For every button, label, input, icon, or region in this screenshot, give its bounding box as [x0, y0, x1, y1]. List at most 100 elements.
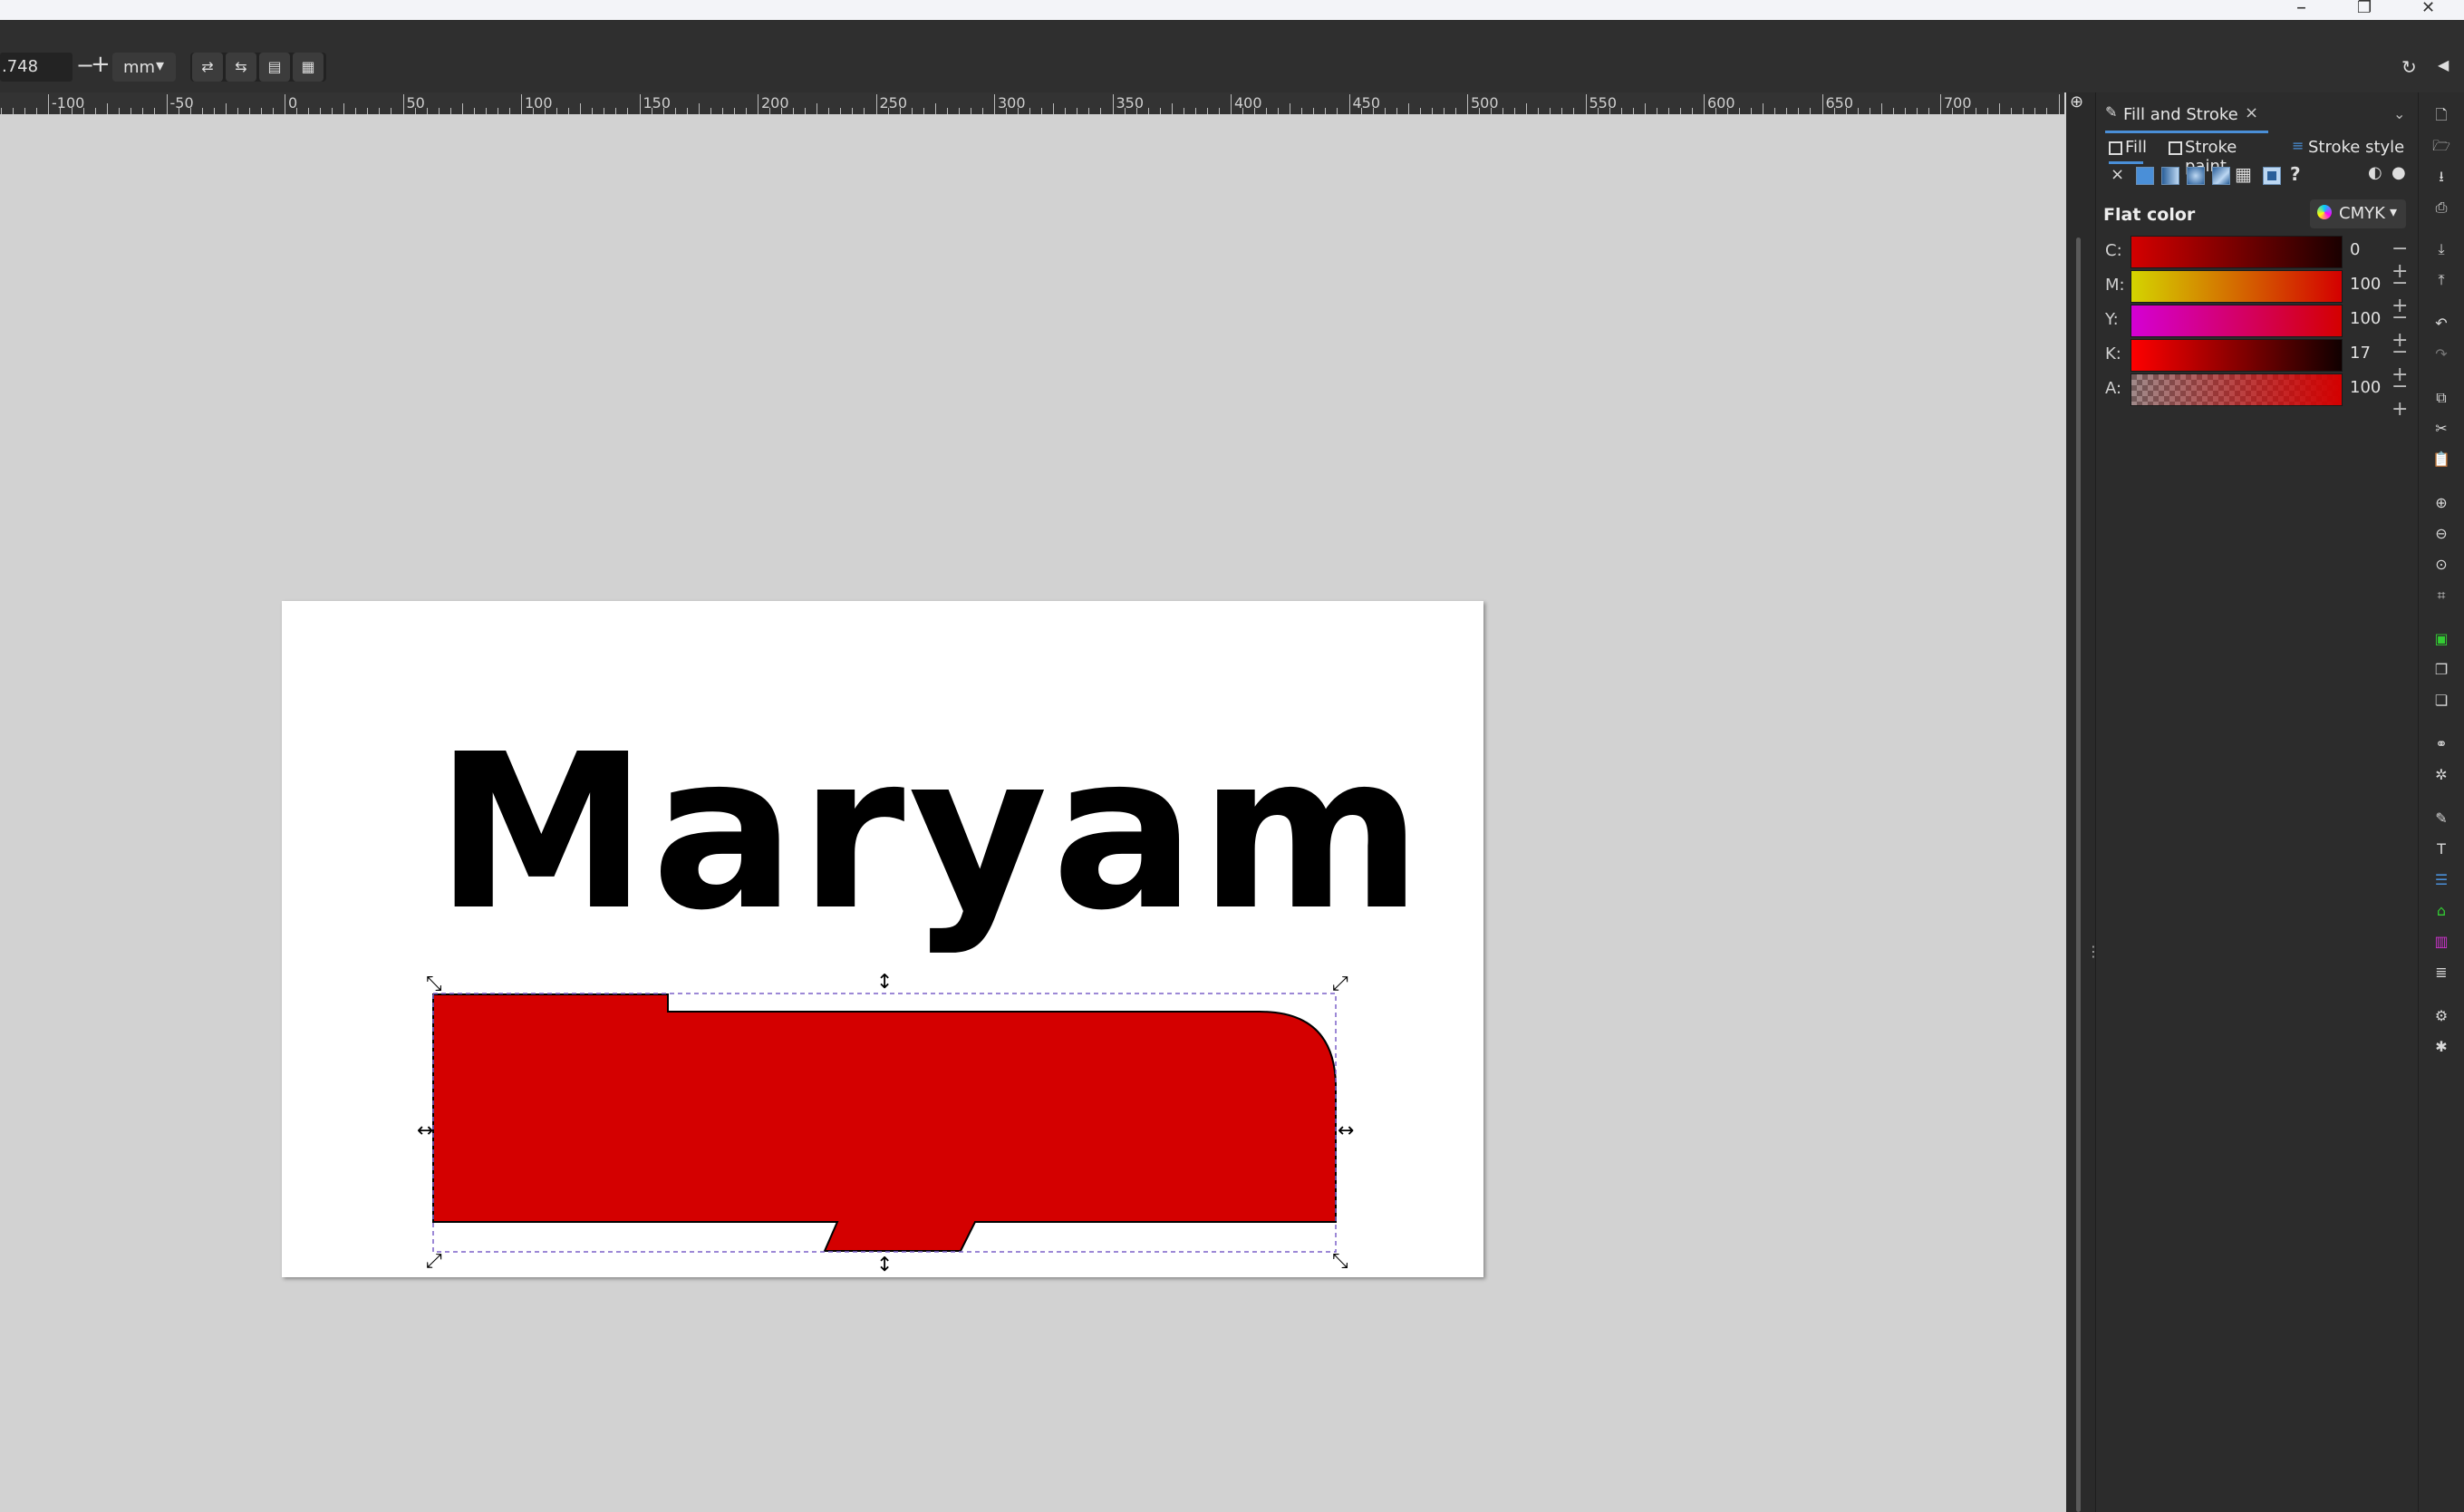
zoom-page-icon[interactable]: ⊙	[2431, 555, 2451, 575]
mesh-gradient-icon[interactable]	[2212, 167, 2230, 185]
scale-stroke-icon[interactable]: ⇄	[192, 53, 223, 82]
ruler-tick	[248, 108, 250, 114]
ruler-tick	[1171, 103, 1173, 114]
ruler-tick	[1218, 108, 1220, 114]
alpha-value[interactable]: 100	[2350, 378, 2381, 397]
ruler-tick	[521, 94, 522, 114]
copy-icon[interactable]: ⧉	[2431, 388, 2451, 408]
redo-icon[interactable]: ↷	[2431, 344, 2451, 364]
pattern-icon[interactable]: ▦	[2235, 163, 2252, 185]
clone-icon[interactable]: ❐	[2431, 660, 2451, 680]
symbols-icon[interactable]: ≣	[2431, 963, 2451, 983]
cyan-value[interactable]: 0	[2350, 240, 2360, 259]
ruler-tick	[189, 108, 191, 114]
radial-gradient-icon[interactable]	[2187, 167, 2205, 185]
import-icon[interactable]: ⤓	[2431, 239, 2451, 259]
tab-close-icon[interactable]: ×	[2245, 103, 2258, 122]
scrollbar-thumb[interactable]	[2076, 237, 2081, 1512]
ruler-label: 150	[643, 94, 672, 111]
yellow-value[interactable]: 100	[2350, 309, 2381, 328]
black-value[interactable]: 17	[2350, 344, 2371, 363]
canvas[interactable]: Maryam ⤡ ⤢ ⤢ ⤡ ↕ ↕ ↔ ↔	[0, 114, 2066, 1512]
vertical-scrollbar[interactable]: ⊕	[2066, 92, 2095, 1512]
swatch-icon[interactable]	[2263, 167, 2281, 185]
magenta-value[interactable]: 100	[2350, 275, 2381, 294]
ruler-tick	[379, 108, 381, 114]
snap-toggle-icon[interactable]: ↻	[2401, 56, 2417, 78]
minimize-icon[interactable]: –	[2296, 0, 2306, 19]
fill-rule-nonzero-icon[interactable]: ●	[2392, 163, 2406, 182]
chevron-down-icon[interactable]: ⌄	[2393, 105, 2405, 122]
yellow-slider-track[interactable]	[2131, 305, 2343, 337]
magenta-slider-track[interactable]	[2131, 270, 2343, 303]
black-slider-track[interactable]	[2131, 339, 2343, 372]
ruler-tick	[12, 108, 14, 114]
save-icon[interactable]: ⭳	[2431, 167, 2451, 187]
subtab-stroke-paint[interactable]: Stroke paint	[2169, 136, 2277, 176]
tab-label: Fill and Stroke	[2123, 105, 2238, 124]
ruler-tick	[1739, 108, 1741, 114]
flat-color-icon[interactable]	[2136, 167, 2154, 185]
transform-gradients-icon[interactable]: ▤	[259, 53, 290, 82]
ungroup-icon[interactable]: ✲	[2431, 765, 2451, 785]
color-mode-dropdown[interactable]: CMYK ▾	[2310, 199, 2406, 228]
paste-icon[interactable]: 📋	[2431, 450, 2451, 470]
ruler-tick	[923, 108, 924, 114]
maximize-icon[interactable]: ❐	[2357, 0, 2372, 17]
subtab-fill[interactable]: Fill	[2109, 136, 2147, 164]
close-icon[interactable]: ✕	[2421, 0, 2435, 17]
ruler-tick	[545, 108, 546, 114]
print-icon[interactable]: ⎙	[2431, 198, 2451, 218]
zoom-fit-icon[interactable]: ⌗	[2431, 586, 2451, 606]
scale-corners-icon[interactable]: ⇆	[226, 53, 256, 82]
text-icon[interactable]: T	[2431, 839, 2451, 859]
ruler-tick	[1159, 108, 1161, 114]
ruler-tick	[1892, 108, 1894, 114]
paint-unset-icon[interactable]: ?	[2290, 163, 2301, 185]
export-icon[interactable]: ⤒	[2431, 270, 2451, 290]
unlink-clone-icon[interactable]: ❏	[2431, 691, 2451, 711]
ruler-tick	[1691, 108, 1693, 114]
align-icon[interactable]: ▥	[2431, 932, 2451, 952]
zoom-selection-icon[interactable]: ⊕	[2431, 493, 2451, 513]
ruler-label: 500	[1471, 94, 1499, 111]
layers-icon[interactable]: ☰	[2431, 870, 2451, 890]
undo-icon[interactable]: ↶	[2431, 314, 2451, 334]
alpha-slider-track[interactable]	[2131, 373, 2343, 406]
cut-icon[interactable]: ✂	[2431, 419, 2451, 439]
new-document-icon[interactable]: 🗋	[2431, 105, 2451, 125]
subtab-stroke-style[interactable]: ≡ Stroke style	[2292, 136, 2410, 161]
zoom-drawing-icon[interactable]: ⊖	[2431, 524, 2451, 544]
alpha-stepper[interactable]: −+	[2392, 375, 2408, 421]
ruler-tick	[580, 103, 582, 114]
paint-none-icon[interactable]: ×	[2111, 165, 2124, 184]
ruler-tick	[1620, 108, 1622, 114]
preferences-icon[interactable]: ✱	[2431, 1037, 2451, 1057]
ruler-tick	[1407, 103, 1409, 114]
red-path-object[interactable]: ⤡ ⤢ ⤢ ⤡ ↕ ↕ ↔ ↔	[399, 876, 1368, 1275]
ruler-tick	[1029, 108, 1031, 114]
tab-fill-and-stroke[interactable]: ✎ Fill and Stroke ×	[2105, 102, 2268, 133]
fill-stroke-icon[interactable]: ✎	[2431, 809, 2451, 829]
group-icon[interactable]: ⚭	[2431, 734, 2451, 754]
xml-editor-icon[interactable]: ⌂	[2431, 901, 2451, 921]
ruler-tick	[485, 108, 487, 114]
ruler-tick	[781, 108, 783, 114]
ruler-tick	[994, 94, 995, 114]
ruler-tick	[533, 108, 535, 114]
transform-patterns-icon[interactable]: ▦	[293, 53, 324, 82]
unit-dropdown[interactable]: mm ▾	[112, 53, 176, 82]
ruler-tick	[83, 108, 85, 114]
zoom-increment-button[interactable]: +	[91, 51, 111, 78]
collapse-left-icon[interactable]: ◀	[2438, 56, 2449, 73]
fill-rule-evenodd-icon[interactable]: ◐	[2368, 163, 2382, 182]
document-properties-icon[interactable]: ⚙	[2431, 1006, 2451, 1026]
zoom-input[interactable]: .748	[0, 53, 72, 82]
open-icon[interactable]: 🗁	[2431, 136, 2451, 156]
dock-splitter-handle[interactable]: ⋮	[2086, 943, 2101, 960]
duplicate-icon[interactable]: ▣	[2431, 629, 2451, 649]
linear-gradient-icon[interactable]	[2161, 167, 2179, 185]
cyan-slider-track[interactable]	[2131, 236, 2343, 268]
zoom-corner-icon[interactable]: ⊕	[2070, 92, 2083, 111]
ruler-tick	[1514, 108, 1516, 114]
